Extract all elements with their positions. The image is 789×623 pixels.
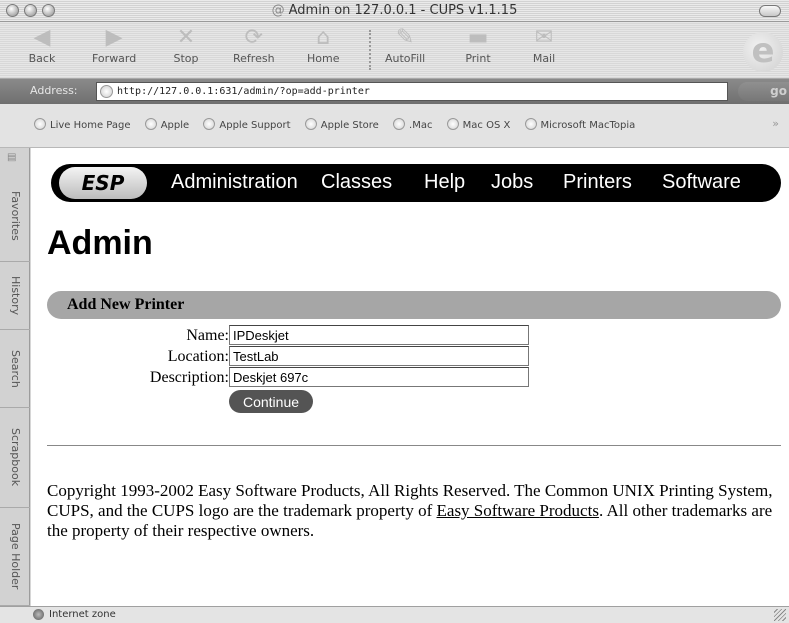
sidebar-tab-favorites[interactable]: Favorites [0, 170, 30, 262]
favorite-microsoft-mactopia[interactable]: Microsoft MacTopia [524, 118, 635, 131]
resize-grip-icon[interactable] [774, 609, 786, 621]
cups-nav-bar: ESP Administration Classes Help Jobs Pri… [51, 164, 781, 202]
printer-icon: ▬ [467, 25, 489, 50]
window-title-bar[interactable]: @ Admin on 127.0.0.1 - CUPS v1.1.15 [0, 0, 789, 22]
location-label: Location: [167, 348, 229, 365]
forward-arrow-icon: ▶ [105, 25, 123, 50]
favorite-mac-os-x[interactable]: Mac OS X [446, 118, 510, 131]
section-header-bar: Add New Printer [47, 291, 781, 319]
nav-classes[interactable]: Classes [321, 171, 392, 194]
mail-button[interactable]: ✉ Mail [530, 25, 558, 66]
mail-icon: ✉ [534, 25, 554, 50]
nav-administration[interactable]: Administration [171, 171, 298, 194]
url-globe-icon [100, 85, 113, 98]
explorer-sidebar: ▤ Favorites History Search Scrapbook Pag… [0, 148, 30, 606]
window-title: @ Admin on 127.0.0.1 - CUPS v1.1.15 [271, 3, 518, 18]
globe-icon [34, 118, 46, 130]
address-field[interactable]: http://127.0.0.1:631/admin/?op=add-print… [96, 82, 728, 101]
home-button[interactable]: ⌂ Home [307, 25, 339, 66]
back-arrow-icon: ◀ [33, 25, 51, 50]
copyright-notice: Copyright 1993-2002 Easy Software Produc… [47, 481, 773, 540]
globe-icon [203, 118, 216, 130]
nav-jobs[interactable]: Jobs [491, 171, 533, 194]
globe-icon [446, 118, 459, 130]
autofill-icon: ✎ [395, 25, 415, 50]
section-title: Add New Printer [67, 296, 185, 313]
toolbar-toggle-icon[interactable] [759, 5, 781, 17]
status-bar: Internet zone [0, 606, 789, 623]
browser-toolbar: ◀ Back ▶ Forward ✕ Stop ⟳ Refresh ⌂ Home… [0, 22, 789, 79]
home-icon: ⌂ [316, 25, 331, 50]
page-content: ESP Administration Classes Help Jobs Pri… [31, 148, 789, 606]
address-bar: Address: http://127.0.0.1:631/admin/?op=… [0, 79, 789, 104]
description-field[interactable] [229, 367, 529, 387]
refresh-button[interactable]: ⟳ Refresh [233, 25, 275, 66]
toolbar-separator [369, 30, 371, 70]
sidebar-grip-icon[interactable]: ▤ [7, 152, 23, 164]
forward-button[interactable]: ▶ Forward [92, 25, 136, 66]
refresh-icon: ⟳ [244, 25, 263, 50]
favorite-live-home-page[interactable]: Live Home Page [34, 118, 131, 131]
address-label: Address: [30, 84, 78, 97]
divider [47, 445, 781, 446]
sidebar-tab-history[interactable]: History [0, 262, 30, 330]
description-label: Description: [149, 369, 229, 386]
back-button[interactable]: ◀ Back [28, 25, 56, 66]
globe-icon [393, 118, 406, 130]
globe-icon [144, 118, 157, 130]
stop-button[interactable]: ✕ Stop [172, 25, 200, 66]
globe-icon [304, 118, 317, 130]
favorites-bar: Live Home Page Apple Apple Support Apple… [0, 104, 789, 148]
page-globe-icon: @ [271, 3, 285, 18]
favorites-overflow-button[interactable]: » [772, 117, 779, 130]
nav-software[interactable]: Software [662, 171, 741, 194]
browser-logo-icon: e [743, 32, 783, 72]
go-button[interactable]: go [738, 82, 789, 101]
address-url: http://127.0.0.1:631/admin/?op=add-print… [117, 86, 370, 97]
sidebar-tab-search[interactable]: Search [0, 330, 30, 408]
page-title: Admin [47, 224, 153, 262]
continue-button[interactable]: Continue [229, 390, 313, 413]
sidebar-tab-page-holder[interactable]: Page Holder [0, 508, 30, 606]
name-field[interactable] [229, 325, 529, 345]
nav-help[interactable]: Help [424, 171, 465, 194]
status-text: Internet zone [49, 609, 116, 620]
autofill-button[interactable]: ✎ AutoFill [385, 25, 425, 66]
sidebar-tab-scrapbook[interactable]: Scrapbook [0, 408, 30, 508]
favorite-apple-support[interactable]: Apple Support [203, 118, 291, 131]
location-field[interactable] [229, 346, 529, 366]
favorite-apple[interactable]: Apple [144, 118, 189, 131]
stop-x-icon: ✕ [176, 25, 196, 50]
zone-globe-icon [33, 609, 44, 620]
globe-icon [524, 118, 537, 130]
favorite-dotmac[interactable]: .Mac [393, 118, 432, 131]
print-button[interactable]: ▬ Print [464, 25, 492, 66]
nav-printers[interactable]: Printers [563, 171, 632, 194]
name-label: Name: [186, 327, 229, 344]
favorite-apple-store[interactable]: Apple Store [304, 118, 379, 131]
esp-logo-link[interactable]: ESP [59, 167, 147, 199]
easy-software-products-link[interactable]: Easy Software Products [437, 501, 599, 520]
